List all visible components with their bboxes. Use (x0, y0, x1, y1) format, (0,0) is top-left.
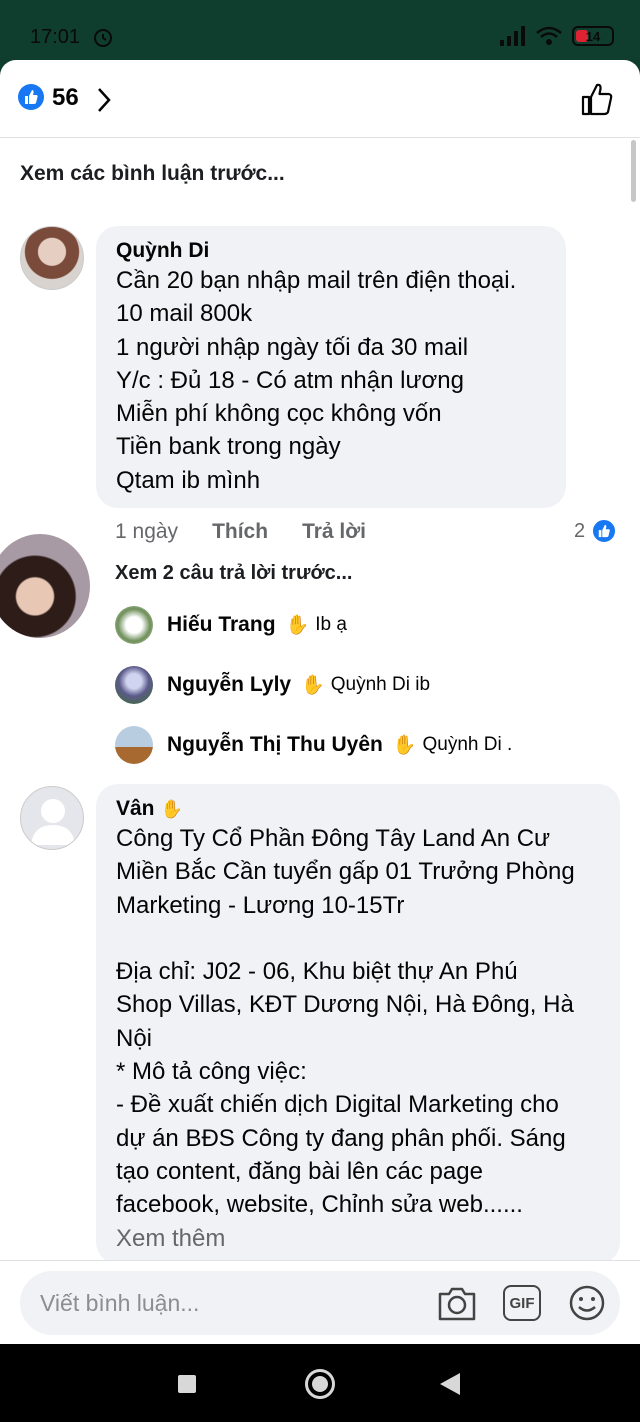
alarm-icon (94, 29, 112, 47)
reply-text: Quỳnh Di ib (330, 674, 431, 695)
comment-author[interactable]: Vân (116, 796, 155, 822)
like-reaction-icon (591, 518, 618, 544)
comment-text: Công Ty Cổ Phần Đông Tây Land An Cư Miền… (116, 825, 575, 1219)
avatar[interactable] (20, 226, 84, 290)
comment-bubble[interactable]: Vân ✋ Công Ty Cổ Phần Đông Tây Land An C… (96, 784, 620, 1264)
default-avatar-icon (31, 799, 75, 845)
scrollbar[interactable] (631, 140, 636, 202)
reply-text: Quỳnh Di . (422, 734, 513, 755)
reply-author[interactable]: Nguyễn Lyly (167, 673, 291, 697)
avatar[interactable] (20, 786, 84, 850)
wifi-icon (536, 26, 562, 45)
reply-author[interactable]: Hiếu Trang (167, 613, 276, 637)
chevron-right-icon[interactable] (96, 86, 112, 114)
status-time: 17:01 (30, 26, 81, 48)
reply-preview[interactable]: Nguyễn Thị Thu Uyên ✋ Quỳnh Di . (115, 726, 512, 764)
navigation-bar (0, 1344, 640, 1422)
reply-button[interactable]: Trả lời (302, 520, 366, 544)
like-count[interactable]: 56 (52, 84, 79, 112)
gif-label: GIF (509, 1294, 535, 1312)
back-button-icon[interactable] (440, 1373, 460, 1395)
comment-composer: Viết bình luận... GIF (0, 1260, 640, 1344)
hand-wave-icon: ✋ (301, 675, 325, 696)
see-more-link[interactable]: Xem thêm (116, 1222, 602, 1255)
view-previous-comments-link[interactable]: Xem các bình luận trước... (20, 162, 285, 186)
recents-button-icon[interactable] (178, 1375, 196, 1393)
comment-bubble[interactable]: Quỳnh Di Cần 20 bạn nhập mail trên điện … (96, 226, 566, 508)
reaction-count: 2 (574, 519, 586, 542)
comment-input-placeholder: Viết bình luận... (40, 1290, 200, 1316)
like-reaction-icon (18, 84, 44, 110)
comment-author[interactable]: Quỳnh Di (116, 238, 548, 264)
avatar (115, 666, 153, 704)
signal-icon (500, 26, 525, 46)
gif-button[interactable]: GIF (503, 1285, 541, 1321)
avatar (115, 606, 153, 644)
camera-icon[interactable] (436, 1283, 478, 1323)
reply-preview[interactable]: Nguyễn Lyly ✋ Quỳnh Di ib (115, 666, 430, 704)
hand-wave-icon: ✋ (160, 799, 183, 819)
battery-icon: 14 (572, 26, 614, 46)
comment-time: 1 ngày (115, 520, 179, 543)
avatar (0, 534, 90, 638)
like-button-icon[interactable] (580, 82, 614, 116)
reactions-header: 56 (0, 60, 640, 138)
comment-author-row: Vân ✋ (116, 796, 602, 822)
comment-input[interactable]: Viết bình luận... GIF (20, 1271, 620, 1335)
hand-wave-icon: ✋ (392, 735, 417, 756)
comment-reactions[interactable]: 2 (574, 518, 618, 544)
view-previous-replies-link[interactable]: Xem 2 câu trả lời trước... (115, 562, 352, 585)
reply-text: Ib ạ (315, 614, 347, 635)
hand-wave-icon: ✋ (285, 615, 310, 636)
like-comment-button[interactable]: Thích (212, 520, 268, 544)
comments-sheet: 56 Xem các bình luận trước... Quỳnh Di C… (0, 60, 640, 1344)
emoji-icon[interactable] (568, 1284, 606, 1322)
avatar (115, 726, 153, 764)
comment-text: Cần 20 bạn nhập mail trên điện thoại. 10… (116, 267, 517, 494)
comment-actions: 1 ngày Thích Trả lời (115, 520, 366, 544)
home-button-icon[interactable] (305, 1369, 335, 1399)
reply-preview[interactable]: Hiếu Trang ✋ Ib ạ (115, 606, 347, 644)
reply-author[interactable]: Nguyễn Thị Thu Uyên (167, 733, 383, 757)
